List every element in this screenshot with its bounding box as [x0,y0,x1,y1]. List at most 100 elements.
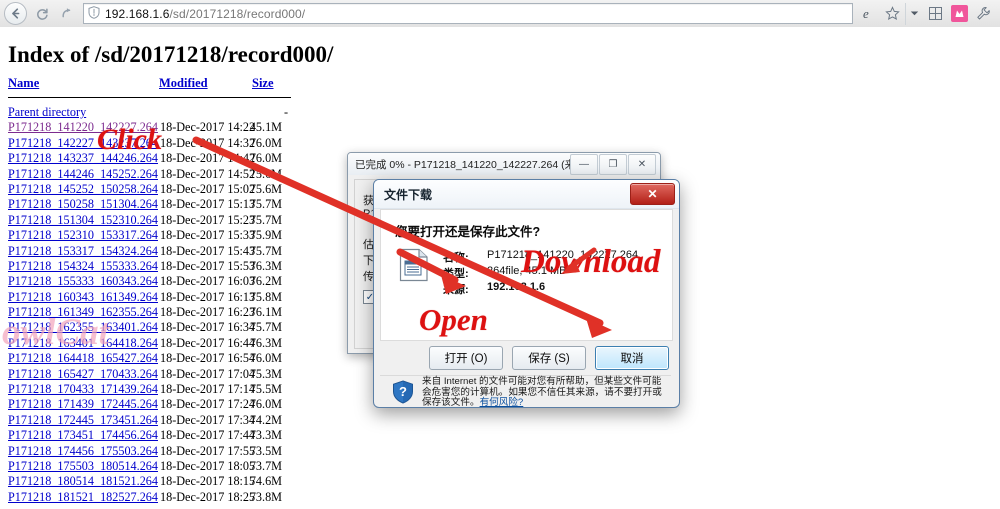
file-link[interactable]: P171218_142227_143237.264 [8,136,158,151]
table-row[interactable]: P171218_141220_142227.264 18-Dec-2017 14:… [8,120,300,135]
file-link[interactable]: P171218_165427_170433.264 [8,367,158,382]
browser-toolbar: 192.168.1.6/sd/20171218/record000/ e [0,0,1000,28]
save-button[interactable]: 保存 (S) [512,346,586,370]
row-size: 75.3M [249,366,282,381]
table-row[interactable]: P171218_174456_175503.264 18-Dec-2017 17:… [8,444,300,459]
table-row[interactable]: P171218_145252_150258.264 18-Dec-2017 15:… [8,182,300,197]
row-modified: 18-Dec-2017 15:43 [160,243,256,258]
minimize-button[interactable]: — [570,153,598,175]
row-modified: 18-Dec-2017 16:13 [160,289,256,304]
column-header-modified[interactable]: Modified [159,76,208,91]
risk-link[interactable]: 有何风险? [480,397,524,407]
table-row[interactable]: P171218_164418_165427.264 18-Dec-2017 16:… [8,351,300,366]
file-link[interactable]: P171218_174456_175503.264 [8,444,158,459]
file-link[interactable]: P171218_144246_145252.264 [8,167,158,182]
table-row[interactable]: P171218_151304_152310.264 18-Dec-2017 15:… [8,213,300,228]
file-link[interactable]: P171218_161349_162355.264 [8,305,158,320]
table-row[interactable]: P171218_142227_143237.264 18-Dec-2017 14:… [8,136,300,151]
file-link[interactable]: P171218_173451_174456.264 [8,428,158,443]
table-row[interactable]: P171218_144246_145252.264 18-Dec-2017 14:… [8,167,300,182]
row-size: 73.3M [249,428,282,443]
table-row[interactable]: P171218_153317_154324.264 18-Dec-2017 15:… [8,244,300,259]
forward-arrow-icon[interactable] [56,3,77,24]
file-link[interactable]: P171218_170433_171439.264 [8,382,158,397]
close-icon[interactable]: ✕ [630,183,675,205]
table-row[interactable]: P171218_180514_181521.264 18-Dec-2017 18:… [8,474,300,489]
header-divider [8,97,291,98]
file-link[interactable]: P171218_172445_173451.264 [8,413,158,428]
row-modified: 18-Dec-2017 15:23 [160,212,256,227]
address-bar[interactable]: 192.168.1.6/sd/20171218/record000/ [83,3,853,24]
row-modified: 18-Dec-2017 14:42 [160,151,256,166]
file-link[interactable]: P171218_160343_161349.264 [8,290,158,305]
file-link[interactable]: P171218_151304_152310.264 [8,213,158,228]
file-link[interactable]: P171218_141220_142227.264 [8,120,158,135]
refresh-icon[interactable] [31,3,52,24]
row-size: 76.0M [249,397,282,412]
row-size: 76.2M [249,274,282,289]
file-link[interactable]: P171218_154324_155333.264 [8,259,158,274]
file-link[interactable]: P171218_155333_160343.264 [8,274,158,289]
column-header-size[interactable]: Size [252,76,274,91]
file-link[interactable]: P171218_164418_165427.264 [8,351,158,366]
restore-button[interactable]: ❐ [599,153,627,175]
table-row[interactable]: P171218_165427_170433.264 18-Dec-2017 17:… [8,367,300,382]
table-row[interactable]: P171218_181521_182527.264 18-Dec-2017 18:… [8,490,300,505]
url-text: 192.168.1.6/sd/20171218/record000/ [105,7,305,21]
file-link[interactable]: P171218_171439_172445.264 [8,397,158,412]
table-row[interactable]: P171218_163401_164418.264 18-Dec-2017 16:… [8,336,300,351]
chevron-down-icon[interactable] [905,2,922,25]
row-size: - [283,105,288,119]
close-button[interactable]: ✕ [628,153,656,175]
file-link[interactable]: P171218_180514_181521.264 [8,474,158,489]
file-link[interactable]: P171218_150258_151304.264 [8,197,158,212]
table-row[interactable]: P171218_150258_151304.264 18-Dec-2017 15:… [8,197,300,212]
row-size: 74.6M [249,474,282,489]
file-link[interactable]: P171218_145252_150258.264 [8,182,158,197]
table-row[interactable]: P171218_155333_160343.264 18-Dec-2017 16:… [8,274,300,289]
file-link[interactable]: P171218_162355_163401.264 [8,320,158,335]
pink-app-icon[interactable] [948,3,970,25]
table-row[interactable]: P171218_162355_163401.264 18-Dec-2017 16:… [8,320,300,335]
file-link[interactable]: P171218_143237_144246.264 [8,151,158,166]
progress-titlebar[interactable]: 已完成 0% - P171218_141220_142227.264 (来自 1… [348,153,660,176]
parent-directory-link[interactable]: Parent directory [8,105,86,120]
file-link[interactable]: P171218_175503_180514.264 [8,459,158,474]
page-title: Index of /sd/20171218/record000/ [8,42,334,67]
file-link[interactable]: P171218_181521_182527.264 [8,490,158,505]
row-size: 73.5M [249,443,282,458]
table-row[interactable]: P171218_160343_161349.264 18-Dec-2017 16:… [8,290,300,305]
table-row[interactable]: P171218_170433_171439.264 18-Dec-2017 17:… [8,382,300,397]
row-size: 75.7M [249,197,282,212]
dialog-titlebar[interactable]: 文件下载 ✕ [374,180,679,209]
file-link[interactable]: P171218_153317_154324.264 [8,244,158,259]
row-size: 75.5M [249,382,282,397]
table-row[interactable]: P171218_143237_144246.264 18-Dec-2017 14:… [8,151,300,166]
table-row[interactable]: P171218_154324_155333.264 18-Dec-2017 15:… [8,259,300,274]
cancel-button[interactable]: 取消 [595,346,669,370]
file-link[interactable]: P171218_152310_153317.264 [8,228,158,243]
row-modified: 18-Dec-2017 16:44 [160,335,256,350]
open-button[interactable]: 打开 (O) [429,346,503,370]
back-arrow-icon[interactable] [4,2,27,25]
row-modified: 18-Dec-2017 16:23 [160,305,256,320]
column-header-name[interactable]: Name [8,76,39,91]
row-modified: 18-Dec-2017 17:24 [160,397,256,412]
file-download-dialog[interactable]: 文件下载 ✕ 您要打开还是保存此文件? 名称: P171218_141220_1… [373,179,680,408]
row-size: 76.1M [249,305,282,320]
table-row[interactable]: P171218_172445_173451.264 18-Dec-2017 17:… [8,413,300,428]
table-row[interactable]: P171218_161349_162355.264 18-Dec-2017 16:… [8,305,300,320]
grid-icon[interactable] [924,3,946,25]
table-row[interactable]: P171218_152310_153317.264 18-Dec-2017 15:… [8,228,300,243]
table-row[interactable]: P171218_171439_172445.264 18-Dec-2017 17:… [8,397,300,412]
row-modified: 18-Dec-2017 17:44 [160,428,256,443]
file-link[interactable]: P171218_163401_164418.264 [8,336,158,351]
wrench-icon[interactable] [972,3,994,25]
internet-explorer-icon[interactable]: e [857,3,879,25]
meta-name-value: P171218_141220_142227.264 [487,249,639,261]
star-icon[interactable] [881,3,903,25]
table-row[interactable]: P171218_175503_180514.264 18-Dec-2017 18:… [8,459,300,474]
row-size: 75.7M [249,212,282,227]
table-row[interactable]: P171218_173451_174456.264 18-Dec-2017 17:… [8,428,300,443]
table-row[interactable]: Parent directory - [8,105,300,120]
